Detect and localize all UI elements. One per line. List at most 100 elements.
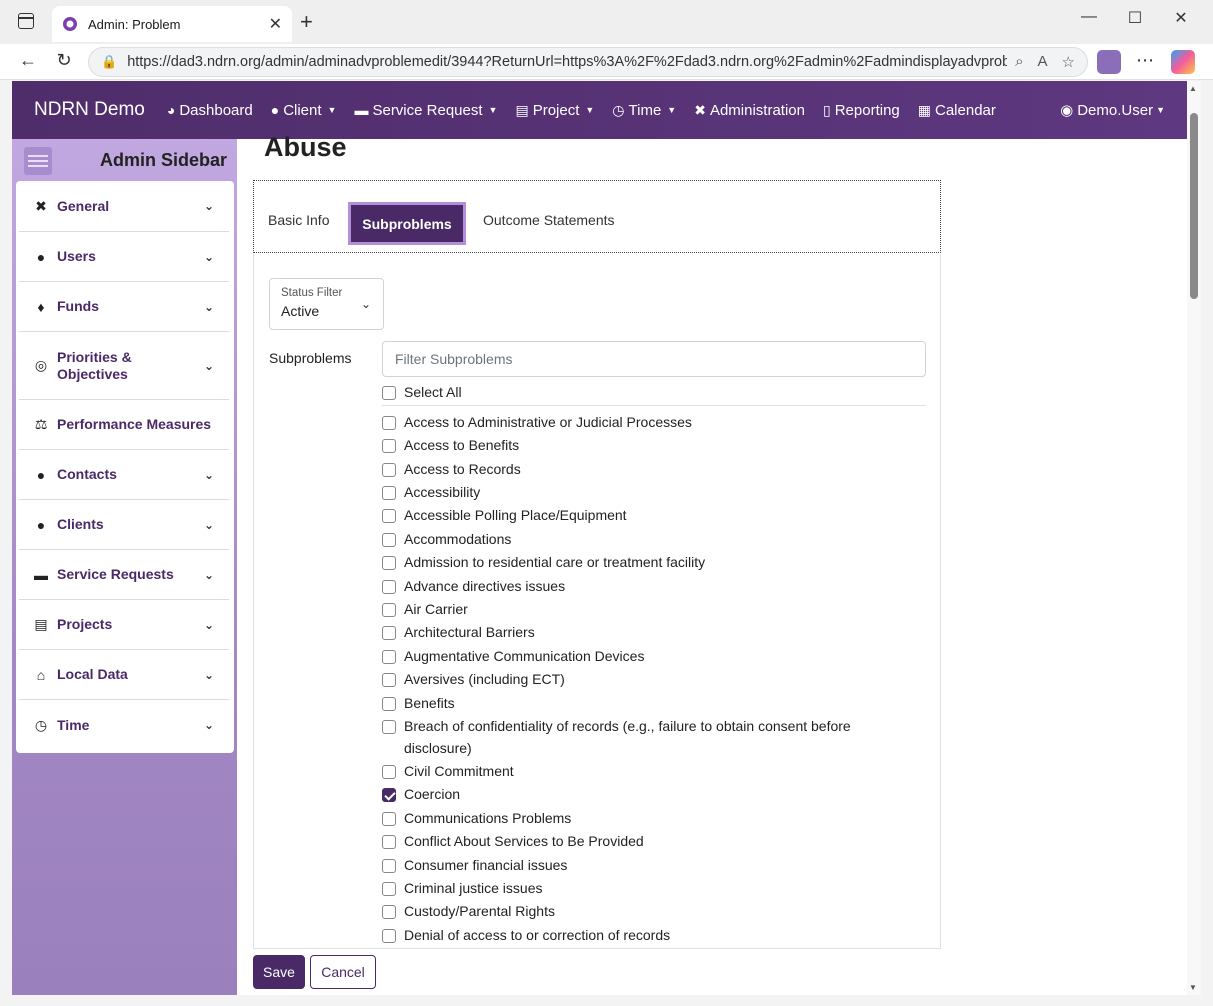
sidebar-item-users[interactable]: ● Users ⌄ — [19, 232, 229, 282]
scroll-up-icon[interactable]: ▲ — [1189, 84, 1197, 93]
subproblem-item[interactable]: Aversives (including ECT) — [382, 671, 922, 690]
subproblem-item[interactable]: Civil Commitment — [382, 763, 922, 782]
subproblem-item[interactable]: Accessibility — [382, 484, 922, 503]
sidebar-item-priorities[interactable]: ◎ Priorities & Objectives ⌄ — [19, 332, 229, 400]
subproblem-item[interactable]: Criminal justice issues — [382, 880, 922, 899]
subproblem-checkbox[interactable] — [382, 626, 396, 640]
subproblem-checkbox[interactable] — [382, 929, 396, 943]
subproblem-checkbox[interactable] — [382, 486, 396, 500]
subproblem-checkbox[interactable] — [382, 835, 396, 849]
nav-administration[interactable]: ✖ Administration — [694, 102, 805, 119]
subproblem-checkbox[interactable] — [382, 439, 396, 453]
subproblem-checkbox[interactable] — [382, 533, 396, 547]
site-info-icon[interactable]: 🔒 — [101, 54, 117, 70]
subproblem-item[interactable]: Air Carrier — [382, 601, 922, 620]
zoom-icon[interactable]: ⌕ — [1015, 53, 1023, 71]
subproblem-checkbox[interactable] — [382, 580, 396, 594]
subproblem-checkbox[interactable] — [382, 697, 396, 711]
subproblem-item[interactable]: Benefits — [382, 695, 922, 714]
subproblem-checkbox[interactable] — [382, 673, 396, 687]
new-tab-icon[interactable]: + — [300, 10, 313, 34]
cancel-button[interactable]: Cancel — [310, 955, 376, 989]
save-button[interactable]: Save — [253, 955, 305, 989]
status-filter-select[interactable]: Status Filter Active ⌄ — [269, 278, 384, 330]
nav-calendar[interactable]: ▦ Calendar — [918, 102, 996, 119]
subproblem-checkbox[interactable] — [382, 859, 396, 873]
filter-subproblems-input[interactable] — [382, 341, 926, 377]
sidebar-item-funds[interactable]: ♦ Funds ⌄ — [19, 282, 229, 332]
sidebar-item-local-data[interactable]: ⌂ Local Data ⌄ — [19, 650, 229, 700]
subproblem-item[interactable]: Breach of confidentiality of records (e.… — [382, 718, 922, 759]
subproblem-checkbox[interactable] — [382, 416, 396, 430]
briefcase-icon: ▬ — [354, 102, 369, 118]
sidebar-item-clients[interactable]: ● Clients ⌄ — [19, 500, 229, 550]
subproblem-item[interactable]: Architectural Barriers — [382, 624, 922, 643]
subproblem-checkbox[interactable] — [382, 556, 396, 570]
hamburger-menu-icon[interactable] — [24, 147, 52, 175]
sidebar-item-time[interactable]: ◷ Time ⌄ — [19, 700, 229, 750]
subproblem-item[interactable]: Access to Benefits — [382, 437, 922, 456]
nav-service-request[interactable]: ▬ Service Request ▼ — [354, 102, 497, 119]
close-tab-icon[interactable]: ✕ — [269, 14, 282, 34]
subproblem-item[interactable]: Denial of access to or correction of rec… — [382, 927, 922, 946]
more-options-icon[interactable]: ⋯ — [1133, 50, 1157, 71]
subproblem-item[interactable]: Access to Records — [382, 461, 922, 480]
subproblem-item[interactable]: Accommodations — [382, 531, 922, 550]
subproblem-checkbox[interactable] — [382, 650, 396, 664]
subproblem-item[interactable]: Consumer financial issues — [382, 857, 922, 876]
subproblem-label: Consumer financial issues — [404, 857, 568, 873]
subproblem-item[interactable]: Communications Problems — [382, 810, 922, 829]
sidebar-toggle-icon[interactable] — [18, 13, 34, 29]
subproblem-checkbox[interactable] — [382, 720, 396, 734]
maximize-icon[interactable]: ☐ — [1112, 8, 1158, 28]
nav-project[interactable]: ▤ Project ▼ — [515, 102, 594, 119]
tab-outcome-statements[interactable]: Outcome Statements — [483, 212, 615, 228]
back-icon[interactable]: ← — [16, 50, 40, 71]
sidebar-item-general[interactable]: ✖ General ⌄ — [19, 181, 229, 232]
scroll-down-icon[interactable]: ▼ — [1189, 983, 1197, 992]
profile-avatar[interactable] — [1097, 50, 1121, 74]
subproblem-checkbox[interactable] — [382, 765, 396, 779]
subproblem-item[interactable]: Custody/Parental Rights — [382, 903, 922, 922]
nav-time[interactable]: ◷ Time ▼ — [612, 102, 676, 119]
caret-down-icon: ▼ — [1156, 105, 1165, 115]
subproblem-item[interactable]: Conflict About Services to Be Provided — [382, 833, 922, 852]
brand-link[interactable]: NDRN Demo — [34, 99, 145, 121]
sidebar-item-performance-measures[interactable]: ⚖ Performance Measures — [19, 400, 229, 450]
nav-client[interactable]: ● Client ▼ — [271, 102, 337, 119]
select-all-checkbox-row[interactable]: Select All — [382, 384, 922, 403]
tab-subproblems[interactable]: Subproblems — [348, 202, 466, 245]
page-scrollbar[interactable]: ▲ ▼ — [1187, 81, 1201, 995]
favorite-star-icon[interactable]: ☆ — [1062, 53, 1075, 71]
subproblem-item[interactable]: Augmentative Communication Devices — [382, 648, 922, 667]
select-all-checkbox[interactable] — [382, 386, 396, 400]
sidebar-item-service-requests[interactable]: ▬ Service Requests ⌄ — [19, 550, 229, 600]
subproblem-checkbox[interactable] — [382, 882, 396, 896]
sidebar-item-projects[interactable]: ▤ Projects ⌄ — [19, 600, 229, 650]
subproblem-item[interactable]: Access to Administrative or Judicial Pro… — [382, 414, 922, 433]
subproblem-item[interactable]: Accessible Polling Place/Equipment — [382, 507, 922, 526]
subproblem-checkbox[interactable] — [382, 812, 396, 826]
user-menu[interactable]: ◉ Demo.User ▼ — [1060, 101, 1165, 120]
copilot-icon[interactable] — [1171, 50, 1195, 74]
subproblem-item[interactable]: Admission to residential care or treatme… — [382, 554, 922, 573]
subproblem-checkbox[interactable] — [382, 788, 396, 802]
subproblem-checkbox[interactable] — [382, 905, 396, 919]
subproblem-checkbox[interactable] — [382, 509, 396, 523]
subproblem-item[interactable]: Advance directives issues — [382, 578, 922, 597]
url-field[interactable]: 🔒 https://dad3.ndrn.org/admin/adminadvpr… — [88, 47, 1088, 77]
nav-dashboard[interactable]: ◕ Dashboard — [167, 102, 253, 119]
nav-reporting[interactable]: ▯ Reporting — [823, 102, 900, 119]
minimize-icon[interactable]: — — [1066, 8, 1112, 26]
subproblem-checkbox[interactable] — [382, 603, 396, 617]
scrollbar-thumb[interactable] — [1190, 113, 1198, 299]
close-window-icon[interactable]: ✕ — [1158, 8, 1204, 28]
subproblem-checkbox[interactable] — [382, 463, 396, 477]
sidebar-item-contacts[interactable]: ● Contacts ⌄ — [19, 450, 229, 500]
read-aloud-icon[interactable]: A — [1038, 53, 1048, 71]
refresh-icon[interactable]: ↻ — [52, 50, 76, 71]
subproblems-label: Subproblems — [269, 350, 352, 366]
browser-tab[interactable]: Admin: Problem ✕ — [52, 6, 292, 42]
subproblem-item[interactable]: Coercion — [382, 786, 922, 805]
tab-basic-info[interactable]: Basic Info — [268, 212, 329, 228]
